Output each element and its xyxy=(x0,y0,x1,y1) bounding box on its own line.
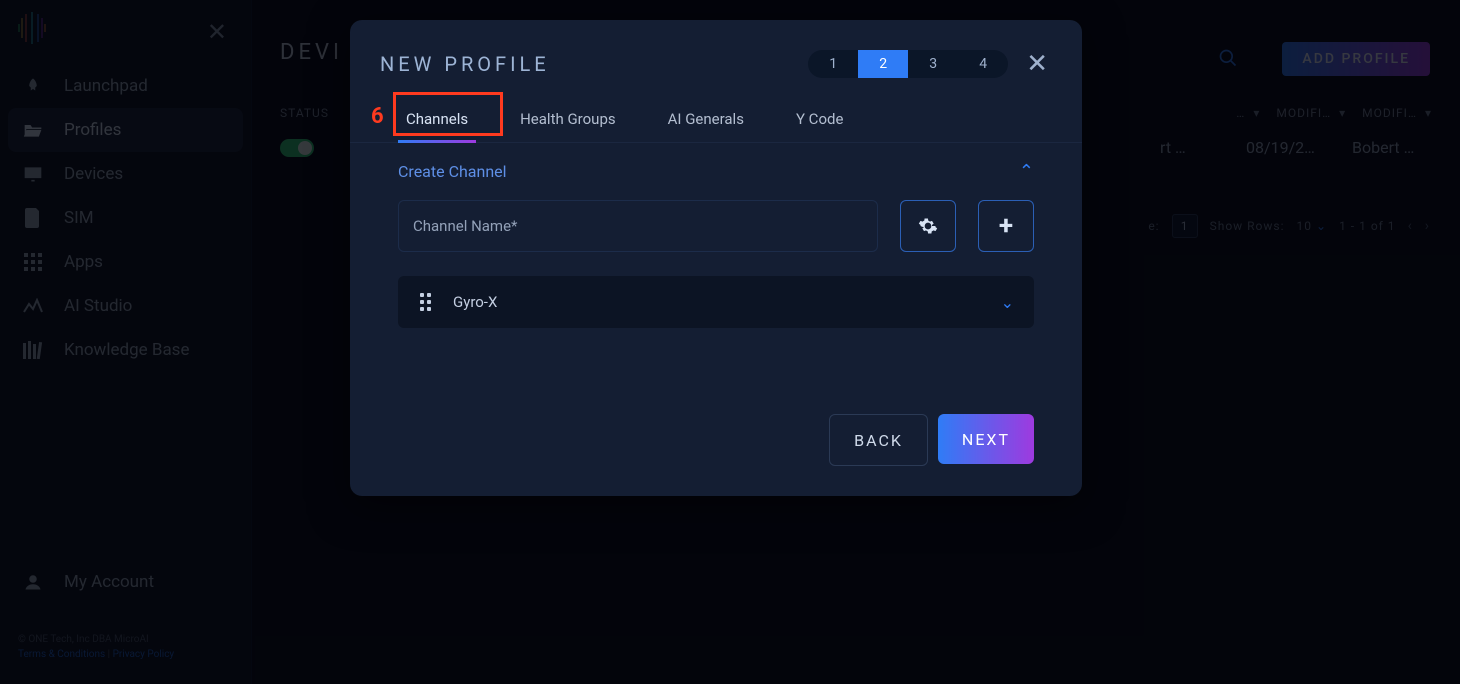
nav-label: AI Studio xyxy=(64,296,132,316)
new-profile-modal: NEW PROFILE 1 2 3 4 ✕ 6 Channels Health … xyxy=(350,20,1082,496)
step-3[interactable]: 3 xyxy=(908,50,958,78)
sidebar-item-knowledge-base[interactable]: Knowledge Base xyxy=(8,328,243,372)
channel-name: Gyro-X xyxy=(453,293,497,311)
sidebar-item-apps[interactable]: Apps xyxy=(8,240,243,284)
chevron-up-icon: ⌃ xyxy=(1019,161,1034,182)
add-profile-button[interactable]: ADD PROFILE xyxy=(1282,42,1430,76)
copyright-text: © ONE Tech, Inc DBA MicroAI xyxy=(18,632,174,647)
step-1[interactable]: 1 xyxy=(808,50,858,78)
prev-page-icon[interactable]: ‹ xyxy=(1408,218,1413,234)
rocket-icon xyxy=(22,77,44,95)
user-icon xyxy=(22,573,44,591)
sidebar-item-ai-studio[interactable]: AI Studio xyxy=(8,284,243,328)
sidebar: ✕ Launchpad Profiles Devices SIM xyxy=(0,0,252,684)
tab-health-groups[interactable]: Health Groups xyxy=(494,98,642,142)
analytics-icon xyxy=(22,298,44,314)
step-2[interactable]: 2 xyxy=(858,50,908,78)
nav-label: Launchpad xyxy=(64,76,148,96)
back-button[interactable]: BACK xyxy=(829,414,928,466)
annotation-number: 6 xyxy=(371,104,384,129)
sidebar-item-devices[interactable]: Devices xyxy=(8,152,243,196)
chevron-down-icon[interactable]: ⌄ xyxy=(1001,293,1014,312)
sidebar-item-profiles[interactable]: Profiles xyxy=(8,108,243,152)
add-channel-button[interactable]: + xyxy=(978,200,1034,252)
create-channel-accordion[interactable]: Create Channel ⌃ xyxy=(398,161,1034,182)
pagination: e: 1 Show Rows: 10 ⌄ 1 - 1 of 1 ‹ › xyxy=(1148,214,1430,238)
app-logo xyxy=(14,10,50,46)
filter-icon[interactable]: ▾ xyxy=(1253,106,1260,120)
library-icon xyxy=(22,341,44,359)
channel-item[interactable]: Gyro-X ⌄ xyxy=(398,276,1034,328)
nav-label: Devices xyxy=(64,164,123,184)
nav-label: My Account xyxy=(64,572,154,592)
channel-settings-button[interactable] xyxy=(900,200,956,252)
channel-name-input[interactable]: Channel Name* xyxy=(398,200,878,252)
tab-y-code[interactable]: Y Code xyxy=(770,98,869,142)
privacy-link[interactable]: Privacy Policy xyxy=(113,649,175,660)
nav-label: Apps xyxy=(64,252,103,272)
gear-icon xyxy=(918,216,938,236)
annotation-highlight-box xyxy=(393,92,503,136)
nav-label: Knowledge Base xyxy=(64,340,189,360)
next-button[interactable]: NEXT xyxy=(938,414,1034,464)
modal-tabs: 6 Channels Health Groups AI Generals Y C… xyxy=(350,98,1082,143)
next-page-icon[interactable]: › xyxy=(1425,218,1430,234)
rows-select[interactable]: 10 ⌄ xyxy=(1297,219,1328,233)
step-4[interactable]: 4 xyxy=(958,50,1008,78)
sidebar-item-launchpad[interactable]: Launchpad xyxy=(8,64,243,108)
filter-icon[interactable]: ▾ xyxy=(1339,106,1346,120)
folder-open-icon xyxy=(22,121,44,139)
tab-ai-generals[interactable]: AI Generals xyxy=(642,98,770,142)
sim-icon xyxy=(22,208,44,228)
sidebar-item-account[interactable]: My Account xyxy=(8,560,256,604)
nav-label: SIM xyxy=(64,208,94,228)
page-input[interactable]: 1 xyxy=(1172,214,1198,238)
apps-grid-icon xyxy=(22,253,44,271)
status-toggle[interactable] xyxy=(280,139,314,157)
drag-handle-icon[interactable] xyxy=(420,293,431,311)
sidebar-close-icon[interactable]: ✕ xyxy=(207,20,227,44)
sidebar-item-sim[interactable]: SIM xyxy=(8,196,243,240)
close-icon[interactable]: ✕ xyxy=(1026,51,1048,77)
modal-title: NEW PROFILE xyxy=(380,52,550,76)
step-indicator: 1 2 3 4 xyxy=(808,50,1008,78)
nav-label: Profiles xyxy=(64,120,121,140)
monitor-icon xyxy=(22,165,44,183)
filter-icon[interactable]: ▾ xyxy=(1425,106,1432,120)
legal-footer: © ONE Tech, Inc DBA MicroAI Terms & Cond… xyxy=(18,632,174,662)
plus-icon: + xyxy=(999,211,1013,241)
search-icon[interactable] xyxy=(1218,48,1238,68)
terms-link[interactable]: Terms & Conditions xyxy=(18,649,105,660)
